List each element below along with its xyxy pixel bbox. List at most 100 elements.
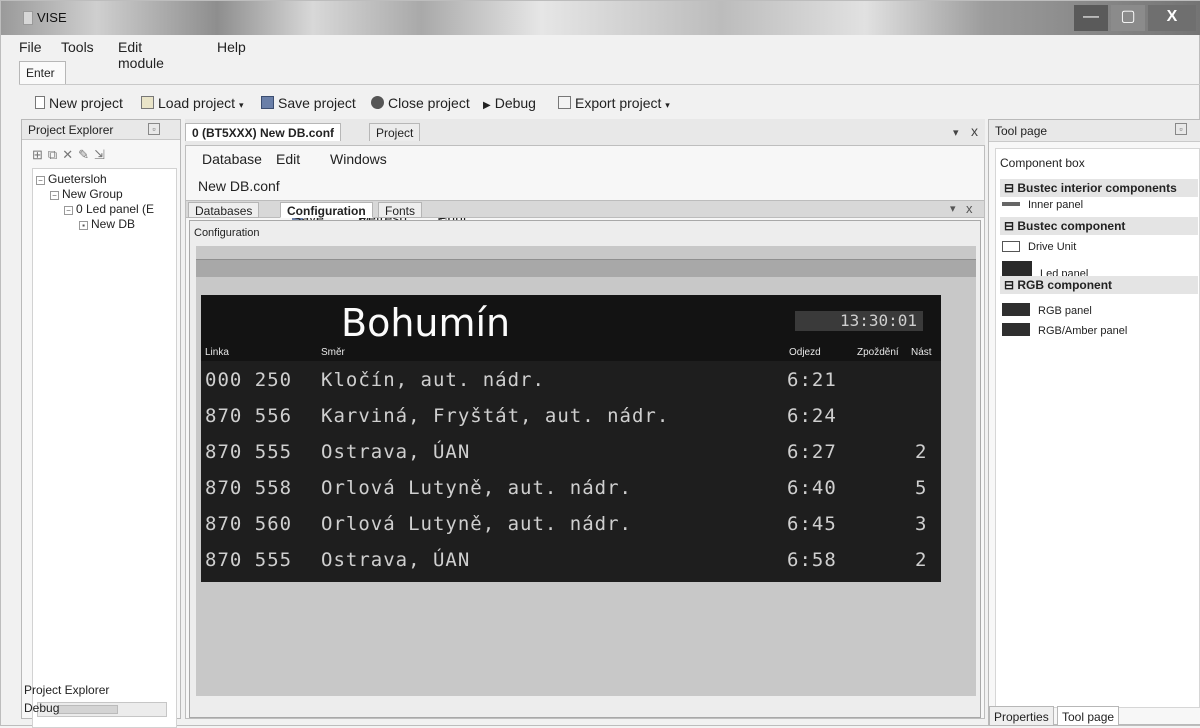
db-file-label: New DB.conf: [198, 178, 280, 194]
maximize-button[interactable]: ▢: [1111, 5, 1145, 31]
component-drive-unit[interactable]: Drive Unit: [1002, 241, 1076, 253]
tree-node-new-group[interactable]: − New Group: [50, 187, 123, 201]
menu-database[interactable]: Database: [202, 151, 262, 167]
led-departure-board[interactable]: Bohumín 13:30:01 Linka Směr Odjezd Zpožd…: [201, 295, 941, 582]
row-direction: Ostrava, ÚAN: [321, 549, 471, 571]
ribbon-tab-enter[interactable]: Enter: [19, 61, 66, 85]
debug-button[interactable]: ▶ Debug: [483, 95, 536, 111]
tab-configuration[interactable]: Configuration: [280, 202, 373, 218]
category-bustec-interior[interactable]: ⊟ Bustec interior components: [1000, 179, 1198, 197]
edit-icon[interactable]: ✎: [78, 147, 94, 162]
component-rgb-panel[interactable]: RGB panel: [1002, 303, 1092, 317]
tab-tool-page[interactable]: Tool page: [1057, 706, 1120, 726]
component-inner-panel[interactable]: Inner panel: [1002, 199, 1083, 211]
load-project-label: Load project: [158, 95, 236, 111]
export-project-button[interactable]: Export project ▾: [558, 95, 670, 111]
chevron-down-icon: ▾: [665, 100, 670, 110]
save-project-button[interactable]: Save project: [261, 95, 356, 111]
row-line: 000 250: [205, 369, 293, 391]
new-project-button[interactable]: New project: [35, 95, 123, 111]
tool-page-title-text: Tool page: [995, 124, 1048, 138]
tree-node-guetersloh[interactable]: − Guetersloh: [36, 172, 107, 186]
save-project-label: Save project: [278, 95, 356, 111]
close-subtab-button[interactable]: x: [966, 201, 973, 216]
board-row: 000 250 Kločín, aut. nádr. 6:21: [201, 361, 941, 397]
tab-databases[interactable]: Databases: [188, 202, 260, 218]
project-tree: − Guetersloh − New Group −0 Led panel (E ▪…: [32, 168, 177, 728]
category-bustec[interactable]: ⊟ Bustec component: [1000, 217, 1198, 235]
header-line: Linka: [205, 347, 229, 358]
menu-edit-module[interactable]: Edit module: [118, 39, 164, 71]
row-line: 870 555: [205, 549, 293, 571]
window-title: VISE: [37, 10, 67, 25]
export-icon[interactable]: ⇲: [94, 147, 110, 162]
component-label: Inner panel: [1028, 199, 1084, 211]
row-delay: 3: [915, 513, 928, 535]
close-window-button[interactable]: X: [1148, 5, 1196, 31]
component-rgb-amber-panel[interactable]: RGB/Amber panel: [1002, 323, 1127, 337]
rgb-amber-panel-icon: [1002, 323, 1030, 336]
add-icon[interactable]: ⊞: [32, 147, 48, 162]
collapse-icon[interactable]: −: [50, 191, 59, 200]
database-icon: ▪: [79, 221, 88, 230]
row-line: 870 558: [205, 477, 293, 499]
tab-properties[interactable]: Properties: [989, 706, 1054, 726]
close-project-button[interactable]: Close project: [371, 95, 470, 111]
tab-list-dropdown-icon[interactable]: ▾: [953, 126, 959, 139]
tab-project-explorer[interactable]: Project Explorer: [24, 683, 109, 697]
board-row: 870 556 Karviná, Fryštát, aut. nádr. 6:24: [201, 397, 941, 433]
load-project-button[interactable]: Load project ▾: [141, 95, 243, 111]
tree-node-led-panel[interactable]: −0 Led panel (E: [64, 202, 154, 216]
delete-icon[interactable]: ✕: [62, 147, 78, 162]
tab-new-db-conf[interactable]: 0 (BT5XXX) New DB.conf: [185, 123, 342, 141]
rgb-panel-icon: [1002, 303, 1030, 316]
component-label: RGB panel: [1038, 305, 1092, 317]
project-explorer-title-text: Project Explorer: [28, 123, 114, 137]
row-delay: 5: [915, 477, 928, 499]
project-explorer-panel: Project Explorer ▫ ⊞⧉✕✎⇲ − Guetersloh − Ne…: [21, 119, 181, 728]
project-explorer-title: Project Explorer ▫: [22, 120, 180, 140]
tab-debug[interactable]: Debug: [24, 701, 59, 715]
category-rgb[interactable]: ⊟ RGB component: [1000, 276, 1198, 294]
collapse-icon[interactable]: −: [36, 176, 45, 185]
explorer-bottom-tabs: Project Explorer Debug: [22, 683, 180, 719]
collapse-icon[interactable]: −: [64, 206, 73, 215]
category-label: Bustec component: [1017, 219, 1126, 233]
menu-windows[interactable]: Windows: [330, 151, 387, 167]
play-icon: ▶: [483, 100, 491, 111]
subtab-dropdown-icon[interactable]: ▾: [950, 202, 956, 215]
row-direction: Kločín, aut. nádr.: [321, 369, 545, 391]
drive-unit-icon: [1002, 241, 1020, 252]
header-delay: Zpoždění: [857, 347, 899, 358]
tool-page-bottom-tabs: Properties Tool page: [989, 704, 1200, 726]
tree-node-label: New DB: [91, 217, 136, 231]
tab-project[interactable]: Project: [369, 123, 421, 141]
component-label: RGB/Amber panel: [1038, 325, 1128, 337]
row-line: 870 560: [205, 513, 293, 535]
close-document-button[interactable]: x: [971, 123, 978, 139]
row-direction: Karviná, Fryštát, aut. nádr.: [321, 405, 670, 427]
pin-icon[interactable]: ▫: [148, 123, 160, 135]
header-platform: Nást: [911, 347, 932, 358]
copy-icon[interactable]: ⧉: [48, 147, 62, 162]
component-box-title: Component box: [1000, 156, 1085, 170]
component-box: Component box ⊟ Bustec interior componen…: [995, 148, 1200, 708]
pin-icon[interactable]: ▫: [1175, 123, 1187, 135]
tree-node-new-db[interactable]: ▪ New DB: [79, 217, 135, 231]
tool-page-panel: Tool page ▫ Component box ⊟ Bustec inter…: [988, 119, 1200, 726]
minimize-button[interactable]: —: [1074, 5, 1108, 31]
board-row: 870 558 Orlová Lutyně, aut. nádr. 6:40 5: [201, 469, 941, 505]
menu-edit[interactable]: Edit: [276, 151, 300, 167]
row-departure: 6:58: [787, 549, 837, 571]
menu-file[interactable]: File: [19, 39, 42, 55]
row-departure: 6:45: [787, 513, 837, 535]
tab-fonts[interactable]: Fonts: [378, 202, 423, 218]
app-icon: [23, 11, 33, 25]
configuration-label: Configuration: [194, 227, 260, 239]
menu-help[interactable]: Help: [217, 39, 246, 55]
menu-tools[interactable]: Tools: [61, 39, 94, 55]
board-row: 870 560 Orlová Lutyně, aut. nádr. 6:45 3: [201, 505, 941, 541]
tool-page-title: Tool page ▫: [989, 120, 1200, 142]
close-project-label: Close project: [388, 95, 470, 111]
panel-frame-strip: [196, 259, 976, 277]
